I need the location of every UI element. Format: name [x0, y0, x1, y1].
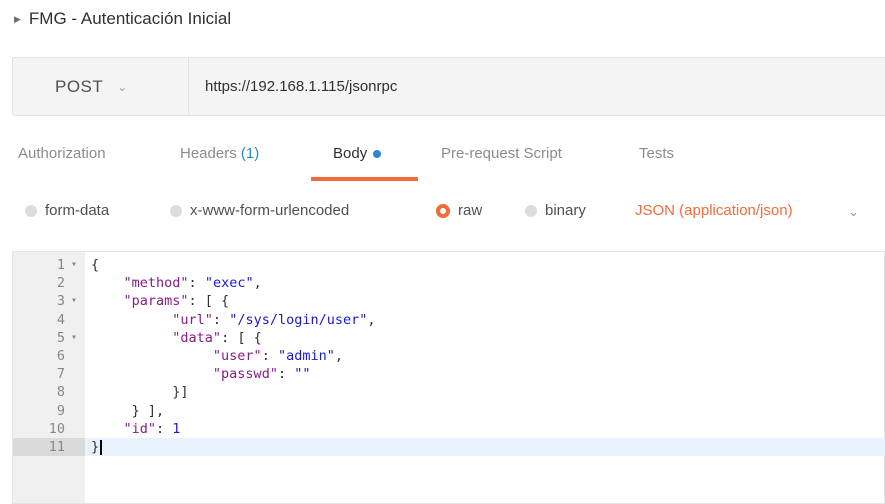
request-title-row[interactable]: ▶ FMG - Autenticación Inicial — [14, 8, 231, 30]
radio-binary[interactable]: binary — [525, 202, 586, 219]
code-punct: }] — [172, 384, 189, 401]
radio-urlencoded[interactable]: x-www-form-urlencoded — [170, 202, 349, 219]
code-line: 3 ▾ "params": [ { — [13, 292, 885, 310]
line-number: 9 — [56, 402, 65, 419]
expand-arrow-icon[interactable]: ▶ — [14, 14, 21, 25]
json-key: "passwd" — [212, 366, 278, 383]
tab-body-label: Body — [333, 145, 368, 162]
radio-raw[interactable]: raw — [436, 202, 482, 219]
active-tab-indicator — [311, 177, 418, 181]
tab-tests[interactable]: Tests — [639, 145, 674, 162]
json-value: "admin" — [277, 348, 335, 364]
chevron-down-icon: ⌄ — [117, 79, 128, 94]
tab-headers-label: Headers — [180, 145, 237, 162]
code-line: 5 ▾ "data": [ { — [13, 329, 885, 347]
radio-circle — [25, 204, 37, 217]
fold-arrow-icon[interactable]: ▾ — [71, 292, 77, 310]
content-type-dropdown[interactable]: JSON (application/json) — [635, 202, 793, 219]
tab-body[interactable]: Body — [333, 145, 382, 162]
method-label: POST — [55, 76, 104, 96]
radio-binary-label: binary — [545, 202, 586, 219]
code-text: "data": [ { — [172, 329, 262, 346]
chevron-down-icon[interactable]: ⌄ — [848, 204, 859, 220]
line-number: 8 — [56, 384, 65, 401]
code-text: } — [91, 438, 103, 456]
url-input[interactable]: https://192.168.1.115/jsonrpc — [189, 58, 397, 115]
code-text: "url": "/sys/login/user", — [172, 311, 376, 328]
json-value: "exec" — [204, 275, 254, 292]
request-url-bar: POST ⌄ https://192.168.1.115/jsonrpc — [12, 57, 885, 116]
fold-arrow-icon[interactable]: ▾ — [71, 329, 77, 347]
line-number: 2 — [56, 275, 65, 292]
radio-form-data-label: form-data — [45, 202, 110, 219]
json-key: "method" — [123, 275, 189, 292]
code-line: 9 } ], — [13, 402, 885, 420]
tab-authorization[interactable]: Authorization — [18, 145, 106, 162]
code-text: }] — [91, 383, 189, 401]
line-number: 1 — [56, 257, 65, 273]
line-number: 10 — [48, 420, 65, 437]
tab-headers[interactable]: Headers (1) — [180, 145, 259, 162]
modified-dot-icon — [373, 150, 382, 159]
json-key: "params" — [123, 293, 189, 310]
code-line: 10 "id": 1 — [13, 420, 885, 438]
tab-pre-request-script[interactable]: Pre-request Script — [441, 145, 562, 162]
line-number: 6 — [56, 348, 65, 364]
body-type-options: form-data x-www-form-urlencoded raw bina… — [0, 200, 885, 228]
code-text: } ], — [91, 402, 165, 420]
code-punct: } ], — [131, 402, 165, 419]
line-number: 3 — [56, 293, 65, 310]
radio-circle-selected — [436, 203, 450, 218]
code-line: 4 "url": "/sys/login/user", — [13, 311, 885, 329]
json-value: 1 — [172, 420, 181, 437]
radio-circle — [170, 204, 182, 217]
code-line-current: 11 } — [13, 438, 885, 457]
json-value: "" — [294, 366, 311, 383]
radio-urlencoded-label: x-www-form-urlencoded — [190, 202, 350, 219]
code-text: { — [91, 257, 100, 273]
code-text: "passwd": "" — [212, 366, 311, 383]
json-key: "user" — [212, 348, 262, 364]
code-text: "method": "exec", — [123, 275, 262, 292]
json-value: "/sys/login/user" — [229, 311, 368, 328]
line-number: 11 — [48, 439, 65, 455]
fold-arrow-icon[interactable]: ▾ — [71, 256, 77, 274]
method-selector[interactable]: POST ⌄ — [13, 58, 189, 115]
json-key: "data" — [172, 329, 222, 346]
code-text: "user": "admin", — [212, 348, 344, 364]
code-text: "id": 1 — [123, 420, 181, 437]
code-editor[interactable]: 1 ▾ { 2 "method": "exec", 3 ▾ "params": [ … — [12, 251, 885, 504]
code-line: 1 ▾ { — [13, 256, 885, 274]
text-cursor — [100, 439, 103, 455]
code-text: "params": [ { — [123, 293, 230, 310]
radio-raw-label: raw — [458, 202, 483, 219]
request-tabs: Authorization Headers (1) Body Pre-reque… — [0, 142, 885, 182]
code-line: 6 "user": "admin", — [13, 347, 885, 365]
radio-form-data[interactable]: form-data — [25, 202, 109, 219]
code-punct: } — [91, 439, 100, 455]
json-key: "url" — [172, 311, 213, 328]
request-title: FMG - Autenticación Inicial — [28, 9, 232, 28]
code-line: 8 }] — [13, 383, 885, 401]
radio-circle — [525, 204, 537, 217]
tab-headers-count: (1) — [240, 145, 260, 162]
code-line: 2 "method": "exec", — [13, 274, 885, 292]
code-line: 7 "passwd": "" — [13, 365, 885, 383]
line-number: 4 — [56, 311, 65, 328]
line-number: 5 — [56, 329, 65, 346]
line-number: 7 — [56, 366, 65, 383]
json-key: "id" — [123, 420, 157, 437]
